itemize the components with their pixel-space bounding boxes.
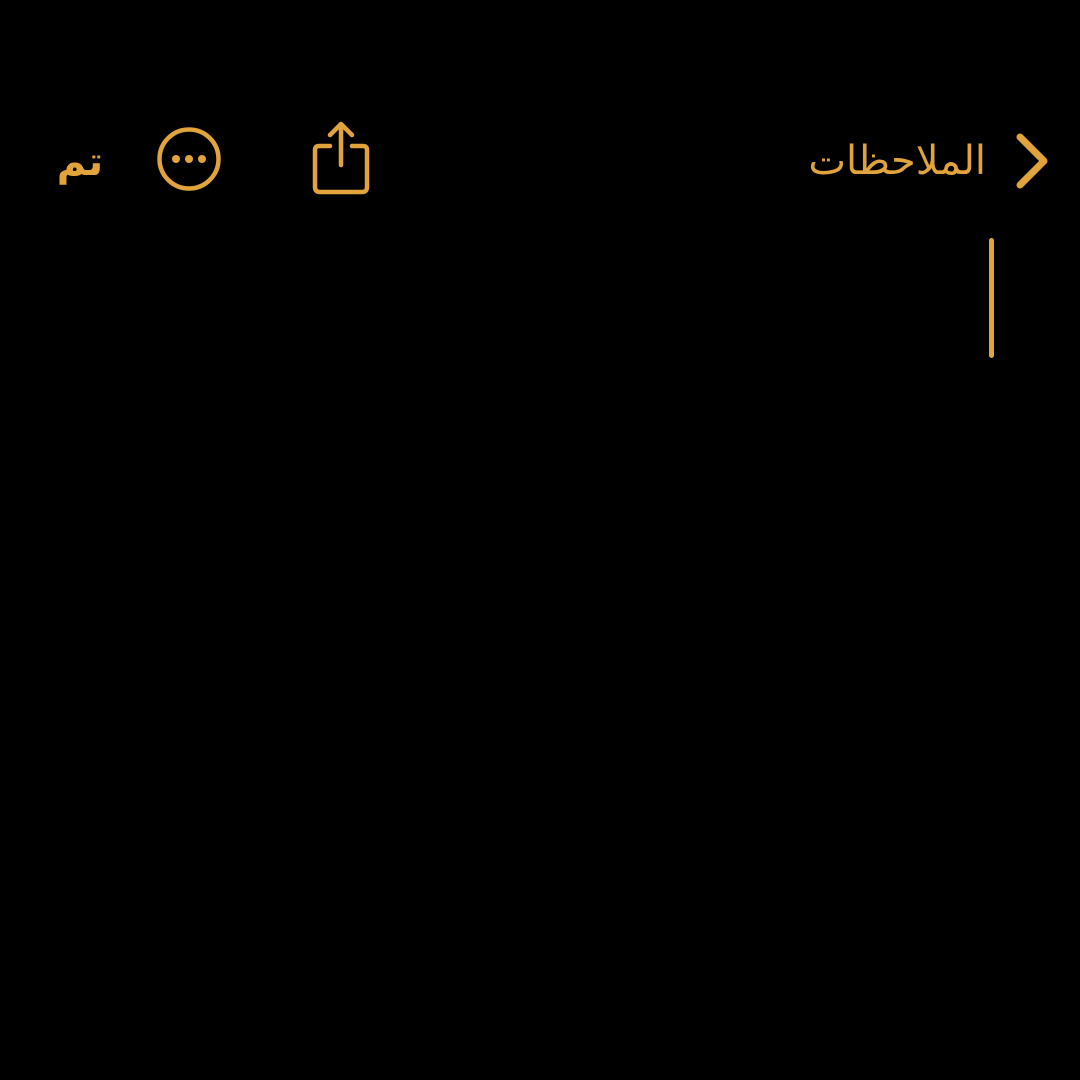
share-icon xyxy=(312,121,370,195)
note-text-area[interactable] xyxy=(0,230,1080,1050)
back-to-notes-button[interactable]: الملاحظات xyxy=(808,128,1050,194)
ellipsis-circle-icon xyxy=(157,127,221,191)
notes-editor-screen: الملاحظات تم xyxy=(0,0,1080,1080)
chevron-right-icon xyxy=(1016,133,1048,189)
navigation-bar: الملاحظات تم xyxy=(0,110,1080,210)
done-button[interactable]: تم xyxy=(50,132,110,192)
text-cursor xyxy=(989,238,994,358)
more-options-button[interactable] xyxy=(156,126,222,192)
back-label: الملاحظات xyxy=(808,138,986,184)
share-button[interactable] xyxy=(310,120,372,196)
